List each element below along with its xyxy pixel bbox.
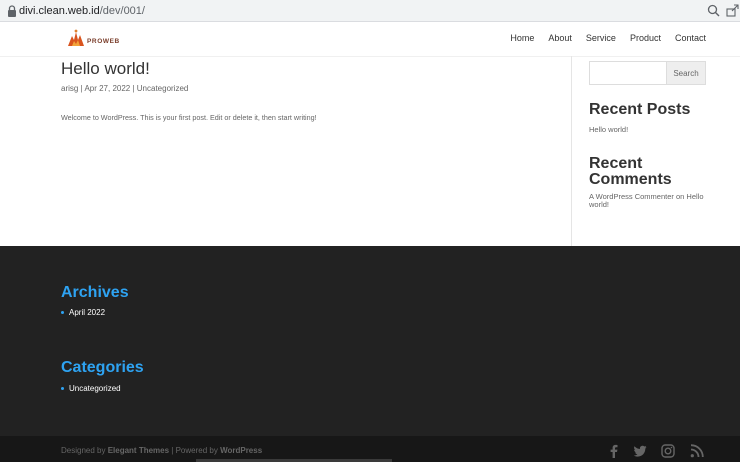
post-meta: arisg | Apr 27, 2022 | Uncategorized [61, 84, 188, 93]
search-button[interactable]: Search [666, 61, 706, 85]
post-author-link[interactable]: arisg [61, 84, 78, 93]
zoom-icon[interactable] [707, 4, 720, 17]
bullet-icon [61, 387, 64, 390]
category-item[interactable]: Uncategorized [61, 384, 121, 393]
recent-posts-title: Recent Posts [589, 101, 691, 118]
categories-title: Categories [61, 359, 144, 376]
credits-mid: | Powered by [169, 446, 221, 455]
archive-link[interactable]: April 2022 [69, 308, 105, 317]
nav-service[interactable]: Service [586, 33, 616, 43]
nav-home[interactable]: Home [510, 33, 534, 43]
twitter-icon[interactable] [633, 444, 647, 458]
post-category-link[interactable]: Uncategorized [137, 84, 189, 93]
browser-address-bar[interactable]: divi.clean.web.id/dev/001/ [0, 0, 740, 22]
recent-post-link[interactable]: Hello world! [589, 126, 628, 134]
url-text[interactable]: divi.clean.web.id/dev/001/ [19, 4, 145, 18]
logo-text: PROWEB [87, 38, 120, 45]
footer-credits: Designed by Elegant Themes | Powered by … [61, 446, 262, 455]
url-path: /dev/001/ [99, 5, 145, 17]
site-footer: Archives April 2022 Categories Uncategor… [0, 246, 740, 436]
post-body: Welcome to WordPress. This is your first… [61, 113, 317, 122]
rss-icon[interactable] [690, 444, 704, 458]
nav-about[interactable]: About [548, 33, 572, 43]
main-nav: Home About Service Product Contact [510, 33, 706, 43]
category-link[interactable]: Uncategorized [69, 384, 121, 393]
lock-icon [8, 5, 16, 17]
recent-comment-item: A WordPress Commenter on Hello world! [589, 193, 709, 209]
archives-title: Archives [61, 284, 129, 301]
recent-comments-title: Recent Comments [589, 155, 672, 188]
site-logo[interactable]: PROWEB [66, 28, 126, 50]
archive-item[interactable]: April 2022 [61, 308, 105, 317]
post-date: Apr 27, 2022 [84, 84, 131, 93]
sidebar-divider [571, 56, 572, 246]
site-header: PROWEB Home About Service Product Contac… [0, 22, 740, 56]
elegant-themes-link[interactable]: Elegant Themes [108, 446, 169, 455]
instagram-icon[interactable] [661, 444, 675, 458]
share-icon[interactable] [726, 4, 739, 17]
search-input[interactable] [589, 61, 667, 85]
facebook-icon[interactable] [607, 444, 621, 458]
bullet-icon [61, 311, 64, 314]
wordpress-link[interactable]: WordPress [220, 446, 262, 455]
nav-product[interactable]: Product [630, 33, 661, 43]
nav-contact[interactable]: Contact [675, 33, 706, 43]
comment-on-text: on [673, 192, 687, 201]
post-title[interactable]: Hello world! [61, 59, 150, 79]
logo-mark-icon [68, 29, 84, 46]
url-host: divi.clean.web.id [19, 5, 100, 17]
credits-prefix: Designed by [61, 446, 108, 455]
